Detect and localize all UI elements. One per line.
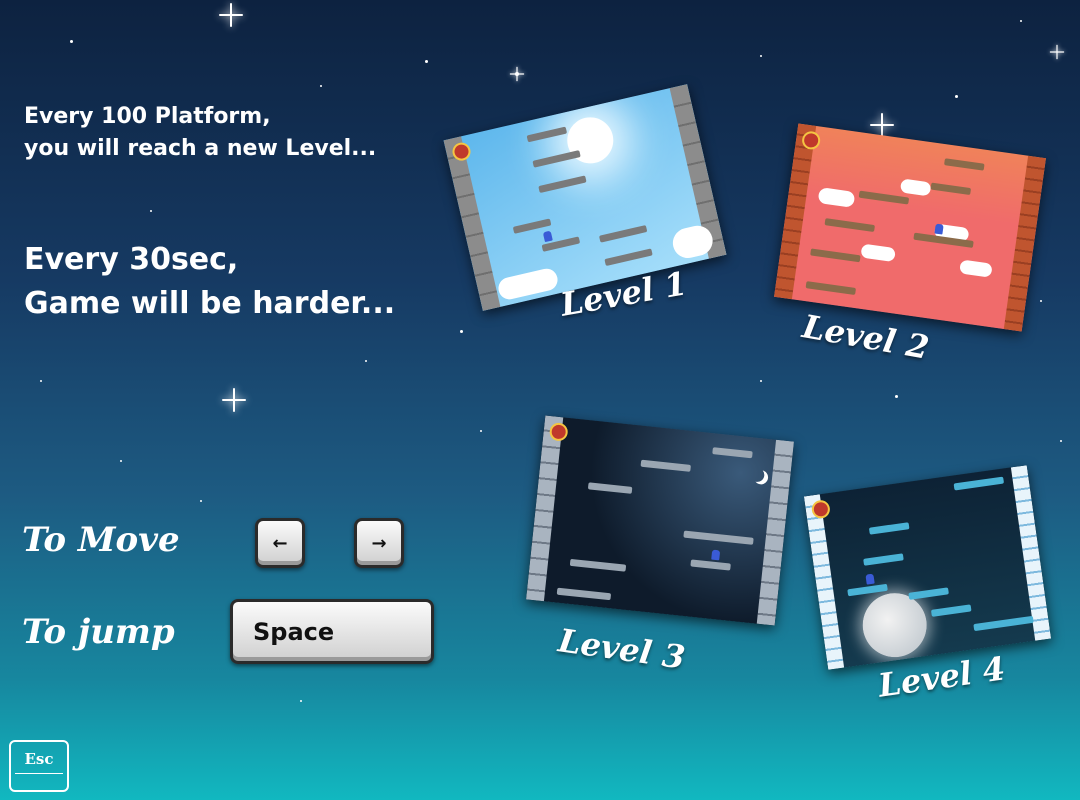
level-3-preview <box>526 415 794 626</box>
level-2-preview <box>774 123 1046 332</box>
level-3-label: Level 3 <box>555 621 688 677</box>
info-line-time: Every 30sec, <box>24 242 239 277</box>
info-line-platforms: Every 100 Platform, <box>24 104 271 129</box>
space-key[interactable]: Space <box>230 599 434 664</box>
player-icon <box>934 223 944 235</box>
player-icon <box>865 573 875 585</box>
level-4-preview <box>803 465 1052 670</box>
sun-icon <box>562 112 618 168</box>
move-label: To Move <box>22 520 180 560</box>
left-arrow-key[interactable]: ← <box>255 518 305 568</box>
right-arrow-key[interactable]: → <box>354 518 404 568</box>
jump-label: To jump <box>22 612 175 652</box>
info-line-new-level: you will reach a new Level... <box>24 136 377 161</box>
player-icon <box>711 549 721 561</box>
info-line-harder: Game will be harder... <box>24 286 396 321</box>
esc-button[interactable]: Esc <box>9 740 69 792</box>
moon-icon <box>858 588 931 662</box>
moon-icon <box>750 467 765 482</box>
player-icon <box>542 230 553 243</box>
